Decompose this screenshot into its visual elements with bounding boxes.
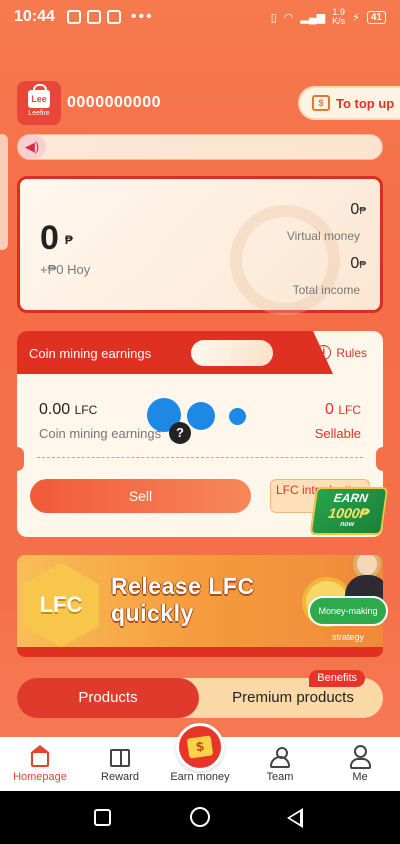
- balance-currency: ₱: [64, 233, 73, 248]
- mining-earnings-label: Coin mining earnings: [39, 426, 162, 441]
- status-time: 10:44: [14, 8, 55, 25]
- gift-icon: [110, 749, 130, 767]
- sellable-unit: LFC: [338, 403, 361, 417]
- earn-1000-badge[interactable]: EARN 1000₱ now: [309, 487, 389, 535]
- virtual-money-currency: ₱: [359, 206, 366, 217]
- earn-money-icon[interactable]: $: [176, 723, 224, 771]
- banner-title-line1: Release LFC: [111, 573, 255, 599]
- top-up-button[interactable]: $ To top up: [298, 86, 400, 120]
- tab-products[interactable]: Products: [17, 678, 199, 718]
- person-icon: [349, 745, 371, 769]
- loading-dot: [187, 402, 215, 430]
- balance-amount-value: 0: [40, 219, 59, 257]
- help-icon[interactable]: ?: [169, 422, 191, 444]
- nav-team-label: Team: [266, 771, 294, 783]
- wifi-icon: ◠: [283, 11, 294, 24]
- total-income-value: 0₱: [350, 255, 366, 273]
- battery-icon: 41: [366, 10, 386, 24]
- system-navigation-bar: [0, 791, 400, 844]
- loading-dots: [147, 396, 267, 436]
- logo-name: Leefire: [28, 109, 50, 117]
- speaker-icon: ◀): [18, 135, 46, 159]
- banner-title: Release LFC quickly: [111, 573, 255, 627]
- recent-apps-icon[interactable]: [94, 809, 111, 826]
- home-icon: [30, 745, 50, 767]
- notice-bar[interactable]: ◀): [17, 134, 383, 160]
- nav-homepage[interactable]: Homepage: [0, 745, 80, 783]
- virtual-money-label: Virtual money: [286, 229, 360, 243]
- charging-icon: ⚡: [352, 11, 360, 24]
- info-icon: i: [316, 345, 332, 360]
- sellable-value: 0 LFC: [325, 401, 361, 419]
- total-income-currency: ₱: [359, 260, 366, 271]
- ticket-notch-right: [376, 447, 390, 471]
- app-logo: Lee Leefire: [17, 81, 61, 125]
- status-notification-icons: •••: [66, 8, 154, 26]
- earn-badge-now: now: [339, 521, 355, 528]
- sellable-label: Sellable: [314, 426, 361, 441]
- mining-earnings-value: 0.00 LFC: [39, 401, 97, 419]
- side-drawer-handle[interactable]: [0, 134, 8, 250]
- status-bar: 10:44 ••• ▯ ◠ ▂▄▆ 1.9 K/s ⚡ 41: [0, 0, 400, 34]
- banner-base: [17, 647, 383, 657]
- lfc-coin-icon: LFC: [23, 563, 99, 647]
- loading-dot: [229, 408, 246, 425]
- ticket-notch-left: [10, 447, 24, 471]
- network-speed: 1.9 K/s: [332, 8, 345, 26]
- network-speed-unit: K/s: [332, 16, 346, 26]
- total-income-amount: 0: [350, 255, 360, 272]
- balance-amount: 0 ₱: [40, 219, 73, 258]
- sellable-amount: 0: [324, 401, 334, 418]
- signal-icon: ▂▄▆: [300, 11, 326, 24]
- wallet-icon: $: [312, 95, 330, 111]
- rules-label: Rules: [336, 345, 367, 360]
- vibrate-icon: ▯: [270, 11, 277, 24]
- today-earnings: +₱0 Hoy: [40, 262, 91, 277]
- shopping-bag-icon: Lee: [28, 83, 50, 108]
- status-system-icons: ▯ ◠ ▂▄▆ 1.9 K/s ⚡ 41: [271, 8, 386, 26]
- app-notification-icon: [86, 10, 101, 24]
- mining-title-text: Coin mining earnings: [29, 346, 152, 361]
- app-notification-icon-2: [106, 10, 121, 24]
- rules-link[interactable]: i Rules: [316, 345, 367, 360]
- virtual-money-amount: 0: [350, 201, 360, 218]
- more-notifications-icon: •••: [130, 8, 154, 25]
- header: Lee Leefire 0000000000 $ To top up: [17, 80, 400, 126]
- earn-badge-line1: EARN: [332, 491, 369, 505]
- home-button-icon[interactable]: [190, 807, 210, 827]
- divider: [37, 457, 363, 458]
- product-tabs: Products Premium products Benefits: [17, 670, 383, 718]
- virtual-money-value: 0₱: [350, 201, 366, 219]
- nav-me-label: Me: [352, 771, 368, 783]
- sell-button[interactable]: Sell: [30, 479, 251, 513]
- mining-title-pill: [191, 340, 273, 366]
- benefits-badge: Benefits: [309, 670, 365, 687]
- account-number: 0000000000: [67, 94, 161, 111]
- banner-title-line2: quickly: [111, 600, 194, 626]
- top-up-label: To top up: [336, 95, 395, 111]
- nav-me[interactable]: Me: [320, 745, 400, 783]
- lfc-coin-text: LFC: [39, 592, 83, 617]
- nav-earn-money-label: Earn money: [170, 771, 230, 783]
- currency-watermark-icon: [230, 205, 340, 315]
- message-icon: [66, 10, 81, 24]
- nav-homepage-label: Homepage: [13, 771, 67, 783]
- mining-earnings-unit: LFC: [74, 403, 98, 417]
- earn-badge-amount: 1000₱: [327, 505, 371, 521]
- total-income-label: Total income: [292, 283, 360, 297]
- balance-card: 0 ₱ +₱0 Hoy 0₱ Virtual money 0₱ Total inc…: [17, 176, 383, 315]
- money-making-strategy-button[interactable]: Money-making strategy: [308, 596, 388, 642]
- nav-reward-label: Reward: [101, 771, 139, 783]
- nav-reward[interactable]: Reward: [80, 745, 160, 783]
- back-icon[interactable]: [287, 808, 303, 828]
- team-icon: [270, 747, 290, 768]
- mining-earnings-amount: 0.00: [39, 401, 71, 418]
- nav-team[interactable]: Team: [240, 747, 320, 783]
